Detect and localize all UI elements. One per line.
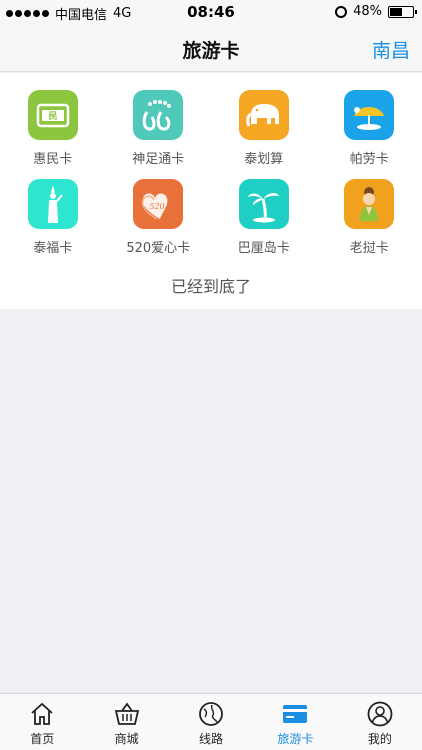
battery-icon [388,5,417,18]
card-item-bali[interactable]: 巴厘岛卡 [211,179,317,256]
battery-percent: 48% [353,4,382,19]
basket-icon [114,702,139,725]
tab-mall[interactable]: 商城 [84,694,168,750]
nav-bar: 旅游卡 南昌 [0,24,422,72]
elephant-icon [238,90,289,140]
card-icon: 民 [27,90,78,140]
status-bar: 中国电信 4G 08:46 48% [0,0,422,24]
card-icon [283,705,308,723]
card-item-palao[interactable]: 帕劳卡 [317,90,422,167]
globe-icon [199,702,223,726]
tab-label: 旅游卡 [277,732,314,746]
palm-tree-icon [238,179,289,229]
footprint-icon [133,90,184,140]
card-item-taifu[interactable]: 泰福卡 [0,179,106,256]
card-item-shenzutong[interactable]: 神足通卡 [106,90,212,167]
card-item-520[interactable]: 520 520爱心卡 [106,179,212,256]
card-label: 泰划算 [244,152,284,167]
card-label: 泰福卡 [33,241,73,256]
card-label: 惠民卡 [33,152,73,167]
tab-home[interactable]: 首页 [0,694,84,750]
tab-label: 线路 [199,732,224,746]
card-grid-panel: 民 惠民卡 神足通卡 泰划算 帕劳卡 泰福卡 520 520爱心卡 巴厘岛卡 老… [0,73,422,309]
hearts-icon: 520 [133,179,184,229]
alarm-icon [335,5,348,18]
tab-label: 首页 [30,732,55,746]
home-icon [31,702,53,725]
page-title: 旅游卡 [182,40,240,62]
city-selector[interactable]: 南昌 [372,36,410,63]
tab-label: 商城 [114,732,139,746]
card-label: 神足通卡 [132,152,185,167]
tab-travel-card[interactable]: 旅游卡 [253,694,337,750]
woman-icon [344,179,395,229]
profile-icon [367,701,393,727]
tab-routes[interactable]: 线路 [169,694,253,750]
tab-profile[interactable]: 我的 [338,694,422,750]
tab-label: 我的 [367,732,392,746]
island-umbrella-icon [344,90,395,140]
end-of-list-text: 已经到底了 [170,277,251,296]
svg-text:民: 民 [48,111,57,122]
card-grid: 民 惠民卡 神足通卡 泰划算 帕劳卡 泰福卡 520 520爱心卡 巴厘岛卡 老… [0,90,422,256]
card-label: 520爱心卡 [126,241,191,256]
card-label: 巴厘岛卡 [237,241,290,256]
statue-icon [27,179,78,229]
card-label: 帕劳卡 [349,152,389,167]
card-item-laowo[interactable]: 老挝卡 [317,179,422,256]
status-right: 48% [335,4,417,19]
tab-bar: 首页 商城 线路 旅游卡 我的 [0,693,422,750]
card-label: 老挝卡 [349,241,389,256]
card-item-huimin[interactable]: 民 惠民卡 [0,90,106,167]
card-item-taihuasuan[interactable]: 泰划算 [211,90,317,167]
svg-text:520: 520 [150,202,165,211]
